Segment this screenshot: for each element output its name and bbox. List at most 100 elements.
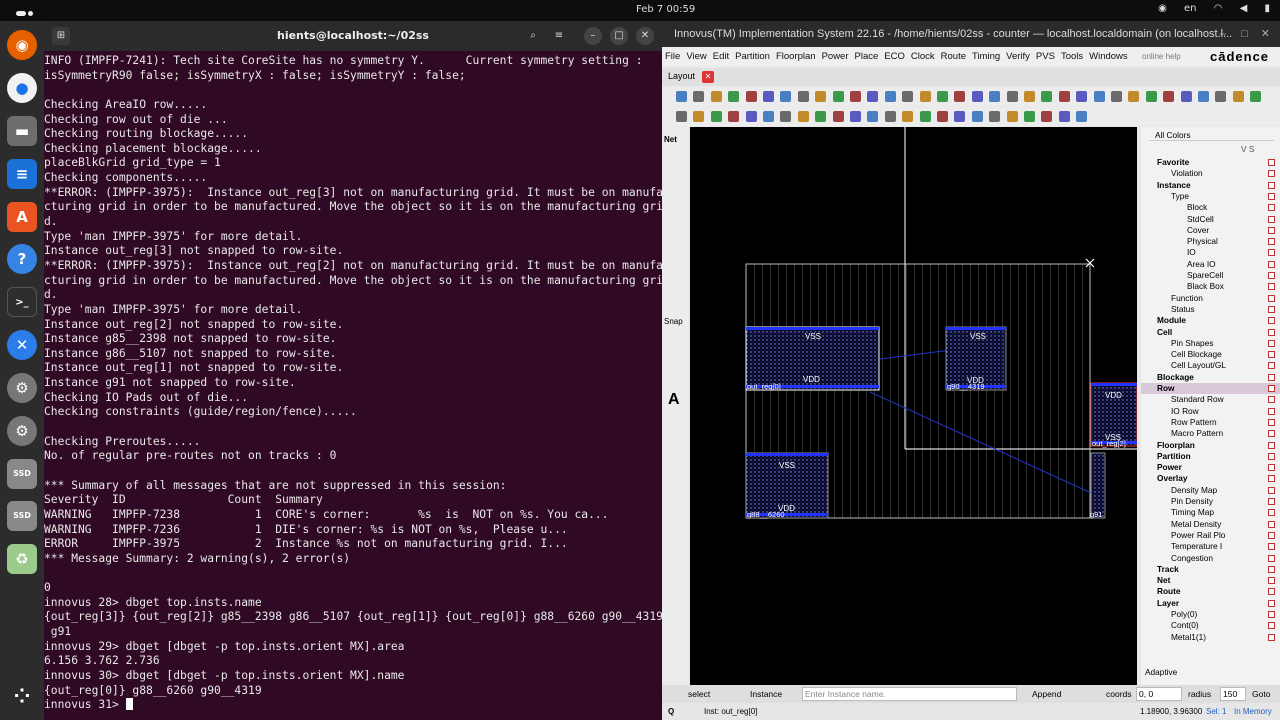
toolbar-tool-icon[interactable] [850, 111, 861, 122]
toolbar-tool-icon[interactable] [1215, 91, 1227, 102]
help-icon[interactable]: ? [7, 244, 37, 274]
visibility-checkbox[interactable] [1268, 498, 1275, 505]
text-tool[interactable]: A [668, 391, 680, 409]
toolbar-tool-icon[interactable] [919, 111, 931, 122]
layer-item-module[interactable]: Module [1141, 315, 1280, 326]
menu-eco[interactable]: ECO [884, 51, 905, 62]
toolbar-tool-icon[interactable] [954, 111, 966, 122]
innovus-window[interactable]: Innovus(TM) Implementation System 22.16 … [662, 21, 1280, 720]
layer-item-type[interactable]: Type [1141, 191, 1280, 202]
toolbar-tool-icon[interactable] [954, 91, 966, 102]
layer-item-partition[interactable]: Partition [1141, 451, 1280, 462]
toolbar-tool-icon[interactable] [832, 91, 844, 102]
toolbar-tool-icon[interactable] [1232, 91, 1244, 102]
toolbar-tool-icon[interactable] [797, 111, 809, 122]
cell-g90-4319[interactable]: VSS VDD g90__4319 [945, 326, 1007, 391]
visibility-checkbox[interactable] [1268, 362, 1275, 370]
menu-verify[interactable]: Verify [1006, 51, 1030, 62]
files-icon[interactable]: ▬ [7, 116, 37, 146]
adaptive-option[interactable]: Adaptive [1145, 667, 1177, 677]
toolbar-tool-icon[interactable] [1163, 91, 1175, 102]
visibility-checkbox[interactable] [1268, 385, 1275, 392]
app-center-icon[interactable]: A [7, 202, 37, 232]
visibility-checkbox[interactable] [1268, 543, 1275, 551]
layout-drawing[interactable]: VSS VDD out_reg[0] VSS VDD g90__4319 VDD… [690, 127, 1137, 685]
visibility-checkbox[interactable] [1268, 159, 1275, 166]
toolbar-tool-icon[interactable] [676, 91, 687, 102]
instance-selector[interactable]: Instance [750, 685, 782, 703]
layer-item-floorplan[interactable]: Floorplan [1141, 440, 1280, 451]
layer-item-stdcell[interactable]: StdCell [1141, 214, 1280, 225]
layer-item-sparecell[interactable]: SpareCell [1141, 270, 1280, 281]
layer-item-timing-map[interactable]: Timing Map [1141, 507, 1280, 518]
minimize-icon[interactable]: – [584, 27, 602, 45]
toolbar-tool-icon[interactable] [745, 91, 757, 102]
coords-input[interactable]: 0, 0 [1136, 687, 1182, 701]
visibility-checkbox[interactable] [1268, 192, 1275, 200]
layer-item-black-box[interactable]: Black Box [1141, 281, 1280, 292]
toolbar-tool-icon[interactable] [902, 111, 914, 122]
visibility-checkbox[interactable] [1268, 215, 1275, 223]
tab-layout[interactable]: Layout [668, 71, 695, 81]
visibility-checkbox[interactable] [1268, 622, 1275, 630]
minimize-icon[interactable]: – [1220, 21, 1226, 47]
visibility-checkbox[interactable] [1268, 260, 1275, 268]
close-icon[interactable]: ✕ [1261, 21, 1270, 47]
instance-search-input[interactable]: Enter Instance name. [802, 687, 1017, 701]
toolbar-tool-icon[interactable] [1058, 91, 1070, 102]
layer-item-instance[interactable]: Instance [1141, 180, 1280, 191]
layer-item-blockage[interactable]: Blockage [1141, 372, 1280, 383]
visibility-checkbox[interactable] [1268, 588, 1275, 596]
language-indicator[interactable]: en [1184, 3, 1197, 14]
layer-item-physical[interactable]: Physical [1141, 236, 1280, 247]
layer-item-status[interactable]: Status [1141, 304, 1280, 315]
menu-clock[interactable]: Clock [911, 51, 935, 62]
visibility-checkbox[interactable] [1268, 170, 1275, 178]
layer-item-pin-shapes[interactable]: Pin Shapes [1141, 338, 1280, 349]
visibility-checkbox[interactable] [1268, 577, 1275, 585]
layer-item-temperature-i[interactable]: Temperature I [1141, 541, 1280, 552]
toolbar-tool-icon[interactable] [797, 91, 809, 102]
terminal-window[interactable]: ⊞ hients@localhost:~/02ss ⌕ ≡ – □ ✕ INFO… [44, 21, 662, 720]
layer-item-cell-layout-gl[interactable]: Cell Layout/GL [1141, 360, 1280, 371]
toolbar-tool-icon[interactable] [919, 91, 931, 102]
close-tab-icon[interactable]: ✕ [702, 71, 714, 83]
toolbar-tool-icon[interactable] [728, 111, 740, 122]
visibility-checkbox[interactable] [1268, 633, 1275, 641]
toolbar-tool-icon[interactable] [902, 91, 914, 102]
toolbar-tool-icon[interactable] [693, 91, 705, 102]
visibility-checkbox[interactable] [1268, 407, 1275, 415]
trash-icon[interactable]: ♻ [7, 544, 37, 574]
toolbar-tool-icon[interactable] [763, 111, 774, 122]
maximize-icon[interactable]: □ [1241, 21, 1248, 47]
visibility-checkbox[interactable] [1268, 294, 1275, 302]
innovus-titlebar[interactable]: Innovus(TM) Implementation System 22.16 … [662, 21, 1280, 47]
visibility-checkbox[interactable] [1268, 520, 1275, 528]
clock[interactable]: Feb 7 00:59 [636, 4, 695, 15]
volume-icon[interactable]: ◀ [1240, 3, 1248, 14]
visibility-checkbox[interactable] [1268, 611, 1275, 618]
layer-item-metal-density[interactable]: Metal Density [1141, 519, 1280, 530]
toolbar-tool-icon[interactable] [1093, 91, 1105, 102]
toolbar-tool-icon[interactable] [1111, 91, 1122, 102]
disk-icon-2[interactable]: SSD [7, 501, 37, 531]
toolbar-tool-icon[interactable] [1006, 111, 1018, 122]
visibility-checkbox[interactable] [1268, 418, 1275, 426]
menu-edit[interactable]: Edit [713, 51, 729, 62]
visibility-checkbox[interactable] [1268, 475, 1275, 483]
layer-item-metal1-1[interactable]: Metal1(1) [1141, 632, 1280, 643]
menu-icon[interactable]: ≡ [550, 27, 568, 45]
terminal-output[interactable]: INFO (IMPFP-7241): Tech site CoreSite ha… [44, 51, 662, 720]
firefox-icon[interactable]: ◉ [7, 30, 37, 60]
layer-item-congestion[interactable]: Congestion [1141, 553, 1280, 564]
visibility-checkbox[interactable] [1268, 328, 1275, 336]
cell-out-reg-2[interactable]: VDD VSS out_reg[2] [1090, 382, 1137, 448]
settings-icon[interactable]: ⚙ [7, 373, 37, 403]
visibility-checkbox[interactable] [1268, 204, 1275, 212]
layer-item-cell-blockage[interactable]: Cell Blockage [1141, 349, 1280, 360]
toolbar-tool-icon[interactable] [763, 91, 774, 102]
layer-item-poly-0[interactable]: Poly(0) [1141, 609, 1280, 620]
show-apps-icon[interactable]: ⁘ [7, 681, 37, 711]
toolbar-tool-icon[interactable] [745, 111, 757, 122]
layer-item-block[interactable]: Block [1141, 202, 1280, 213]
